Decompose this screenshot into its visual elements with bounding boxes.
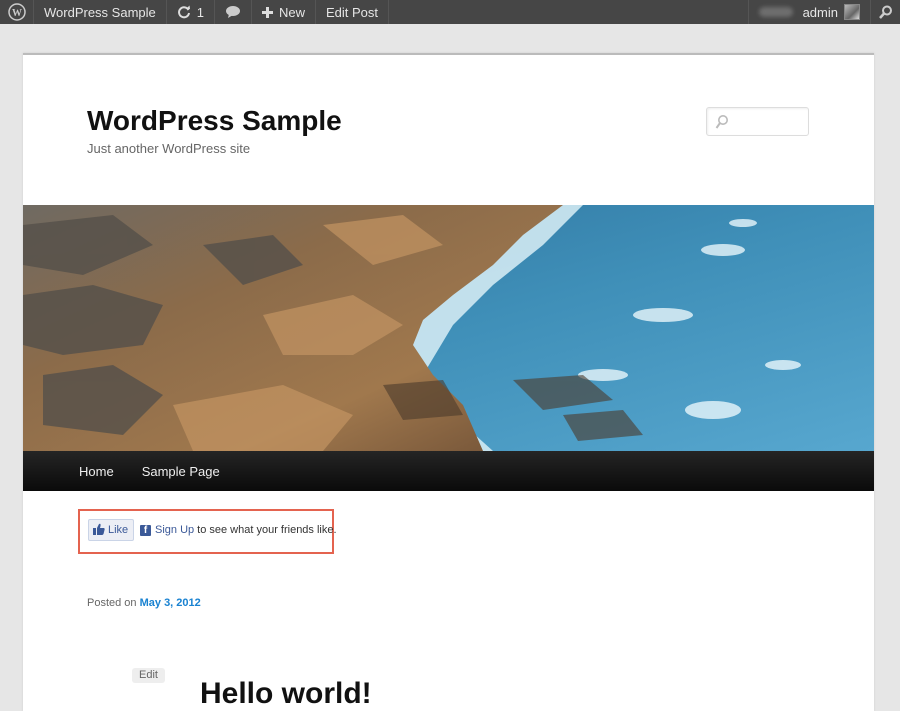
updates-count: 1: [196, 4, 204, 20]
comment-icon: [225, 5, 241, 19]
edit-post-link[interactable]: Edit Post: [316, 0, 390, 24]
plus-icon: [261, 6, 273, 18]
search-input[interactable]: [706, 107, 809, 136]
nav-item-home[interactable]: Home: [79, 464, 114, 479]
admin-bar: W WordPress Sample 1 New Edit Post admin: [0, 0, 900, 24]
post-date-link[interactable]: May 3, 2012: [140, 597, 201, 609]
like-button[interactable]: Like: [88, 519, 134, 541]
main-navigation: Home Sample Page: [23, 451, 874, 491]
avatar: [844, 4, 860, 20]
search-icon: [715, 114, 729, 135]
refresh-icon: [177, 5, 191, 19]
new-label: New: [278, 4, 305, 20]
site-name-link[interactable]: WordPress Sample: [34, 0, 167, 24]
page-container: WordPress Sample Just another WordPress …: [23, 53, 874, 711]
wordpress-icon[interactable]: W: [0, 0, 34, 24]
posted-prefix: Posted on: [87, 597, 137, 609]
site-name-label: WordPress Sample: [44, 4, 156, 20]
edit-post-label: Edit Post: [326, 4, 379, 20]
search-icon: [878, 5, 893, 19]
like-label: Like: [108, 524, 129, 536]
header-image: [23, 205, 874, 451]
updates-link[interactable]: 1: [167, 0, 215, 24]
post-meta: Posted on May 3, 2012: [87, 597, 201, 609]
facebook-icon: f: [140, 524, 151, 536]
thumbs-up-icon: [93, 523, 105, 538]
svg-text:W: W: [12, 8, 22, 19]
new-content-button[interactable]: New: [252, 0, 316, 24]
site-title[interactable]: WordPress Sample: [87, 105, 342, 137]
user-account-menu[interactable]: admin: [747, 0, 870, 24]
adminbar-search-button[interactable]: [870, 0, 900, 24]
edit-post-button[interactable]: Edit: [132, 668, 165, 683]
site-description: Just another WordPress site: [87, 141, 251, 156]
comments-link[interactable]: [215, 0, 252, 24]
facebook-signup-text: f Sign Up to see what your friends like.: [140, 524, 337, 536]
blurred-name: [758, 7, 793, 17]
facebook-like-widget: Like f Sign Up to see what your friends …: [78, 509, 337, 554]
post-title[interactable]: Hello world!: [200, 677, 372, 711]
nav-item-sample-page[interactable]: Sample Page: [142, 464, 220, 479]
user-name: admin: [802, 4, 838, 20]
signup-text: to see what your friends like.: [197, 524, 337, 536]
signup-link[interactable]: Sign Up: [155, 524, 194, 536]
